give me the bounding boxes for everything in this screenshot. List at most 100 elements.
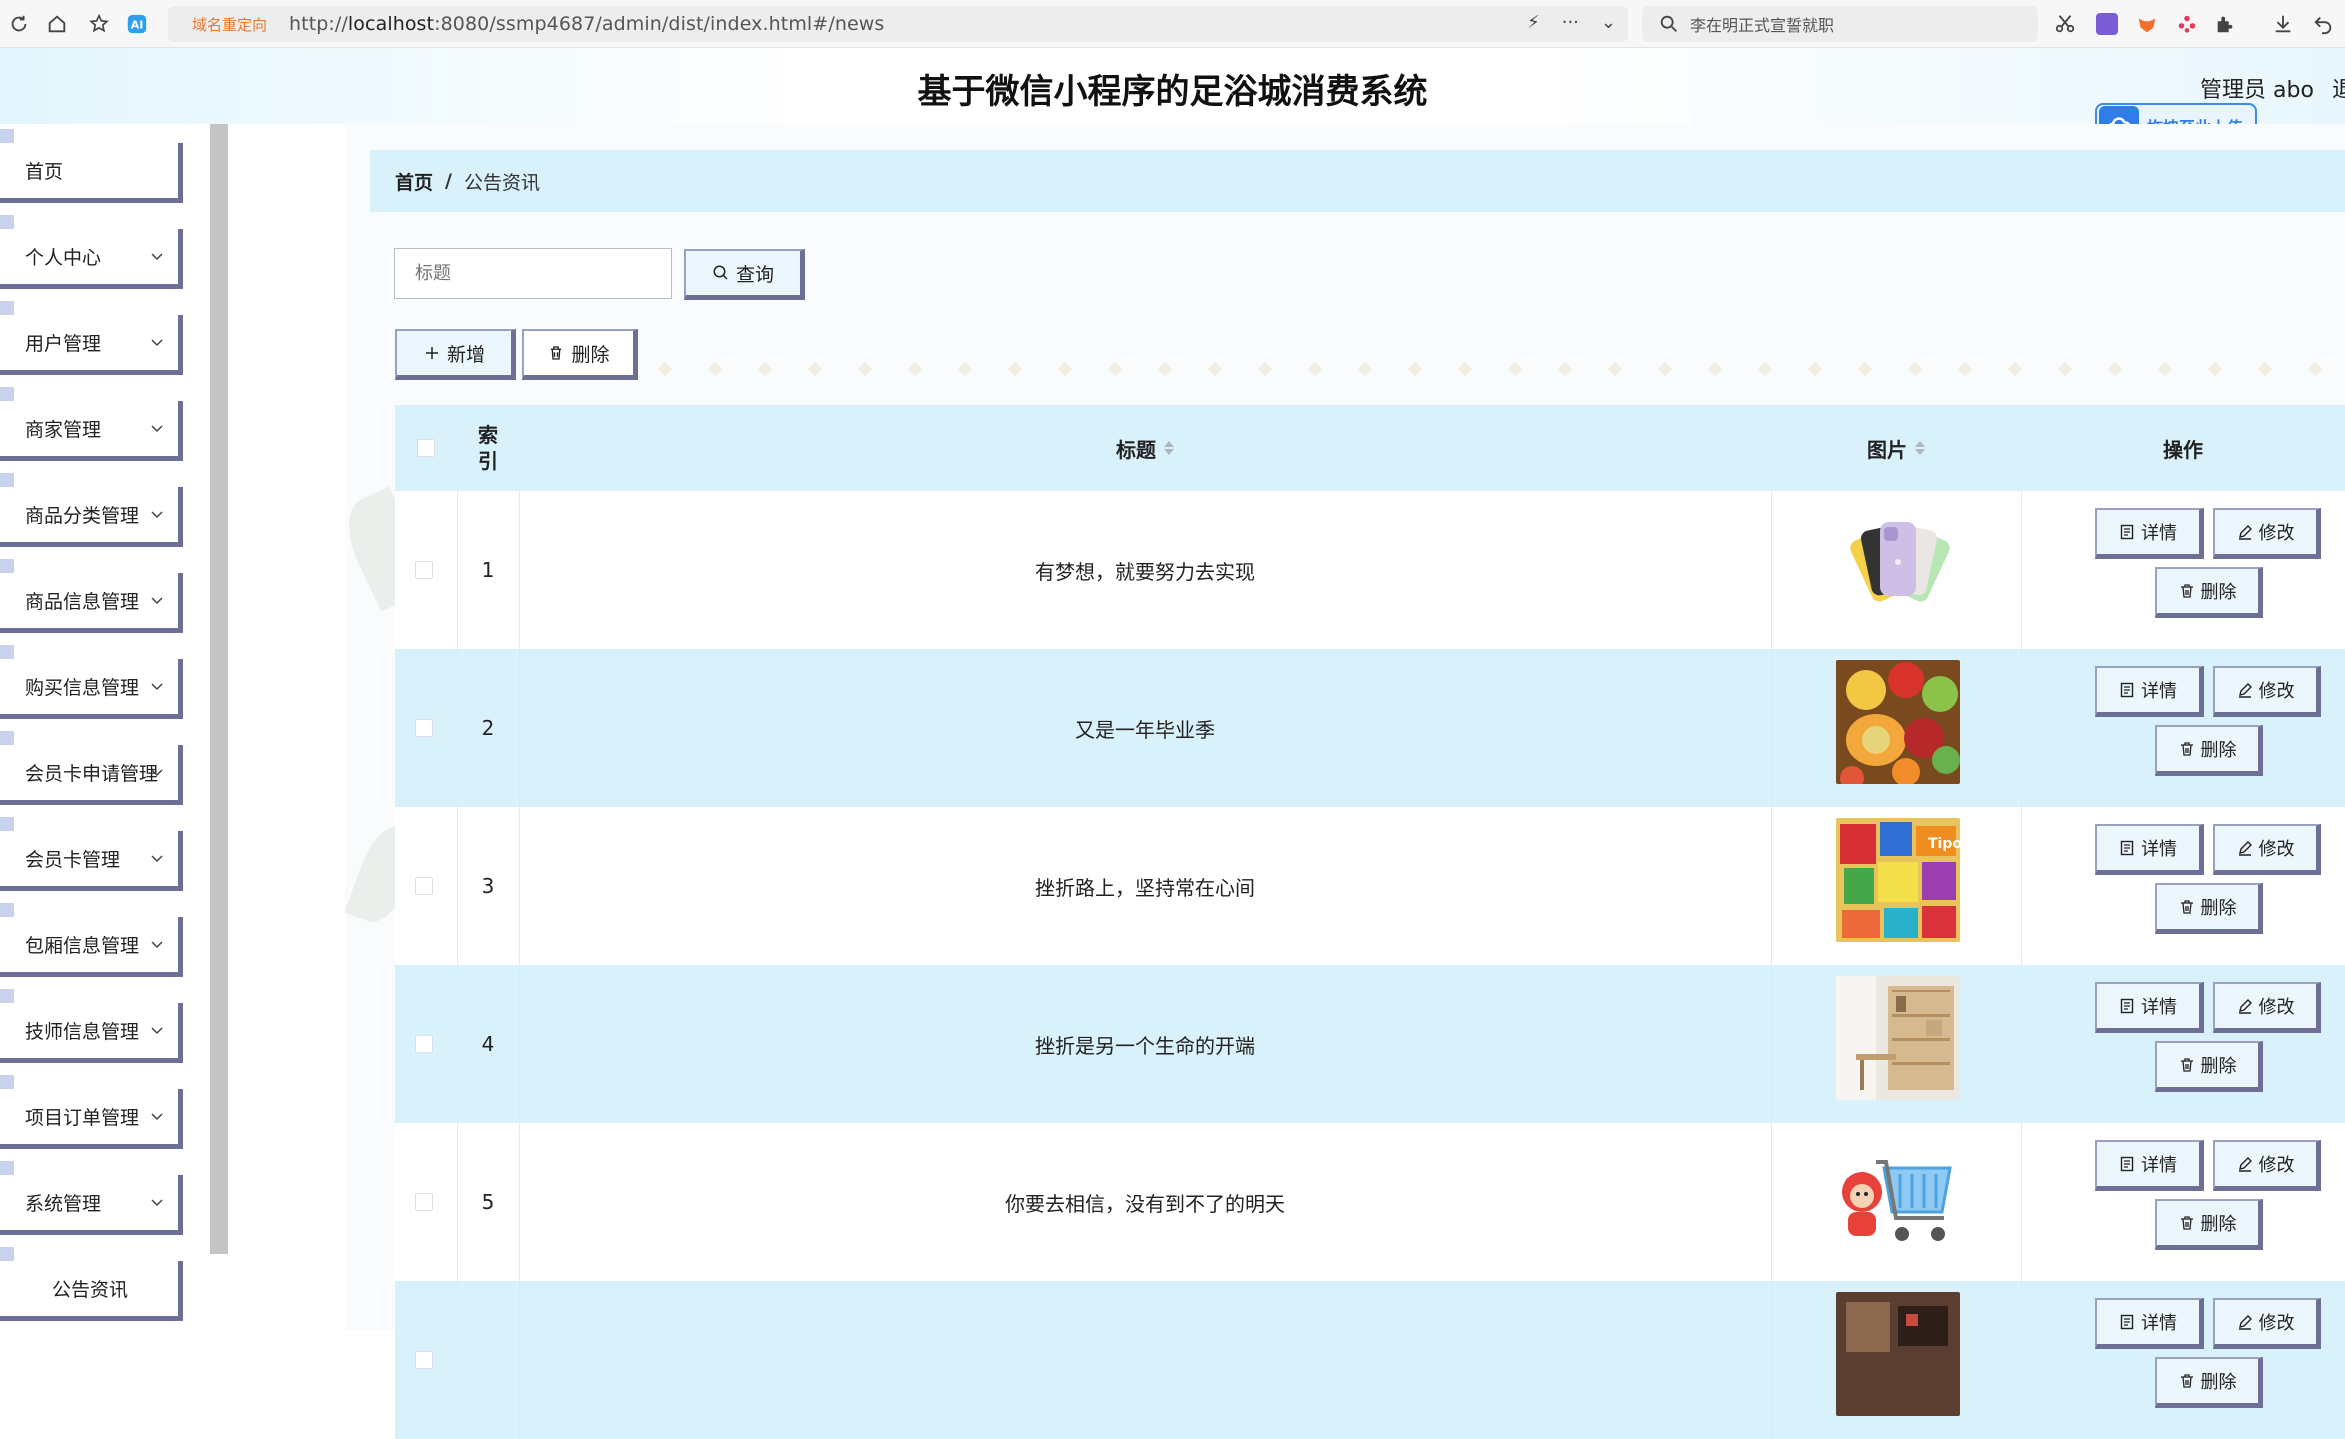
- svg-text:AI: AI: [131, 19, 144, 32]
- sidebar-item[interactable]: 系统管理: [0, 1175, 183, 1235]
- query-button[interactable]: 查询: [684, 249, 805, 300]
- delete-button-label: 删除: [2200, 1056, 2237, 1077]
- sidebar-item[interactable]: 商品分类管理: [0, 487, 183, 547]
- table-row: 4 挫折是另一个生命的开端 详情 修改 删除: [395, 965, 2345, 1123]
- detail-button[interactable]: 详情: [2095, 1298, 2204, 1349]
- fox-icon[interactable]: [2136, 13, 2158, 35]
- edit-icon: [2238, 1157, 2252, 1172]
- detail-button[interactable]: 详情: [2095, 666, 2204, 717]
- delete-button[interactable]: 删除: [2155, 567, 2263, 618]
- edit-button[interactable]: 修改: [2213, 508, 2321, 559]
- delete-button-label: 删除: [2200, 740, 2237, 761]
- flower-icon[interactable]: [2176, 13, 2198, 35]
- batch-delete-button[interactable]: 删除: [522, 329, 638, 380]
- decorative-dot: [1907, 361, 1923, 377]
- undo-icon[interactable]: [2312, 13, 2334, 35]
- row-checkbox[interactable]: [415, 877, 433, 895]
- sidebar-item[interactable]: 用户管理: [0, 315, 183, 375]
- sidebar-tab-marker: [0, 215, 14, 229]
- chevron-down-icon: [151, 339, 163, 347]
- sidebar-item[interactable]: 商家管理: [0, 401, 183, 461]
- reload-icon[interactable]: [6, 11, 32, 37]
- edit-button[interactable]: 修改: [2213, 982, 2321, 1033]
- delete-button[interactable]: 删除: [2155, 1199, 2263, 1250]
- delete-button[interactable]: 删除: [2155, 1357, 2263, 1408]
- header-title-cell[interactable]: 标题: [519, 405, 1771, 491]
- snacks-image[interactable]: Tipo: [1836, 818, 1960, 942]
- admin-username[interactable]: 管理员 abo: [2200, 72, 2314, 104]
- logout-link[interactable]: 退: [2332, 72, 2345, 104]
- sidebar-item[interactable]: 购买信息管理: [0, 659, 183, 719]
- browser-search-box[interactable]: 李在明正式宣誓就职: [1642, 6, 2038, 42]
- row-index: 3: [481, 874, 495, 898]
- header-image-cell[interactable]: 图片: [1771, 405, 2021, 491]
- detail-button[interactable]: 详情: [2095, 824, 2204, 875]
- room-image[interactable]: [1836, 1292, 1960, 1416]
- sidebar-item-label: 用户管理: [25, 333, 102, 355]
- sidebar-item[interactable]: 项目订单管理: [0, 1089, 183, 1149]
- sidebar-item[interactable]: 公告资讯: [0, 1261, 183, 1321]
- address-bar[interactable]: 域名重定向 http://localhost:8080/ssmp4687/adm…: [168, 6, 1628, 42]
- sidebar-scrollbar[interactable]: [210, 124, 228, 1254]
- phone-image[interactable]: [1836, 502, 1960, 626]
- sidebar-tab-marker: [0, 473, 14, 487]
- select-all-checkbox[interactable]: [417, 439, 435, 457]
- decorative-dot: [1557, 361, 1573, 377]
- delete-button[interactable]: 删除: [2155, 725, 2263, 776]
- row-title: [519, 1281, 1771, 1439]
- row-checkbox[interactable]: [415, 1351, 433, 1369]
- more-icon[interactable]: ···: [1562, 12, 1579, 33]
- sidebar-item[interactable]: 个人中心: [0, 229, 183, 289]
- ai-icon[interactable]: AI: [124, 11, 150, 37]
- decorative-dot: [1657, 361, 1673, 377]
- cart-mascot-image[interactable]: [1836, 1134, 1960, 1258]
- edit-button[interactable]: 修改: [2213, 1298, 2321, 1349]
- column-divider: [2021, 807, 2022, 965]
- detail-button[interactable]: 详情: [2095, 508, 2204, 559]
- edit-button[interactable]: 修改: [2213, 824, 2321, 875]
- extensions-icon[interactable]: [2214, 13, 2236, 35]
- lightning-icon[interactable]: ⚡: [1527, 12, 1540, 33]
- column-divider: [1771, 807, 1772, 965]
- translate-icon[interactable]: [2096, 13, 2118, 35]
- detail-button[interactable]: 详情: [2095, 1140, 2204, 1191]
- edit-button[interactable]: 修改: [2213, 1140, 2321, 1191]
- chevron-down-icon: [151, 683, 163, 691]
- sort-icon[interactable]: [1164, 441, 1174, 455]
- row-checkbox[interactable]: [415, 719, 433, 737]
- sidebar-item[interactable]: 包厢信息管理: [0, 917, 183, 977]
- delete-button[interactable]: 删除: [2155, 883, 2263, 934]
- sidebar-item-label: 会员卡管理: [25, 849, 121, 871]
- chevron-down-icon: [151, 597, 163, 605]
- url-text[interactable]: http://localhost:8080/ssmp4687/admin/dis…: [289, 13, 884, 35]
- favorites-icon[interactable]: [86, 11, 112, 37]
- home-icon[interactable]: [44, 11, 70, 37]
- sidebar-item[interactable]: 会员卡管理: [0, 831, 183, 891]
- search-icon: [713, 265, 728, 280]
- fruit-image[interactable]: [1836, 660, 1960, 784]
- row-checkbox[interactable]: [415, 1193, 433, 1211]
- shelf-image[interactable]: [1836, 976, 1960, 1100]
- document-icon: [2120, 682, 2134, 698]
- edit-button[interactable]: 修改: [2213, 666, 2321, 717]
- title-search-input[interactable]: [394, 248, 672, 299]
- decorative-dot: [757, 361, 773, 377]
- table-header: 索引 标题 图片 操作: [395, 405, 2345, 491]
- sidebar-item[interactable]: 首页: [0, 143, 183, 203]
- scissors-icon[interactable]: [2054, 13, 2076, 35]
- detail-button[interactable]: 详情: [2095, 982, 2204, 1033]
- sidebar-item[interactable]: 商品信息管理: [0, 573, 183, 633]
- sidebar-item[interactable]: 技师信息管理: [0, 1003, 183, 1063]
- download-icon[interactable]: [2272, 13, 2294, 35]
- table-row: 2 又是一年毕业季 详情 修改 删除: [395, 649, 2345, 807]
- decorative-dot: [1207, 361, 1223, 377]
- chevron-down-icon[interactable]: ⌄: [1601, 12, 1616, 33]
- row-checkbox[interactable]: [415, 561, 433, 579]
- delete-button[interactable]: 删除: [2155, 1041, 2263, 1092]
- sort-icon[interactable]: [1915, 441, 1925, 455]
- sidebar-item[interactable]: 会员卡申请管理: [0, 745, 183, 805]
- breadcrumb-home[interactable]: 首页: [395, 168, 433, 195]
- row-checkbox[interactable]: [415, 1035, 433, 1053]
- query-button-label: 查询: [735, 263, 774, 286]
- add-button[interactable]: 新增: [395, 329, 516, 380]
